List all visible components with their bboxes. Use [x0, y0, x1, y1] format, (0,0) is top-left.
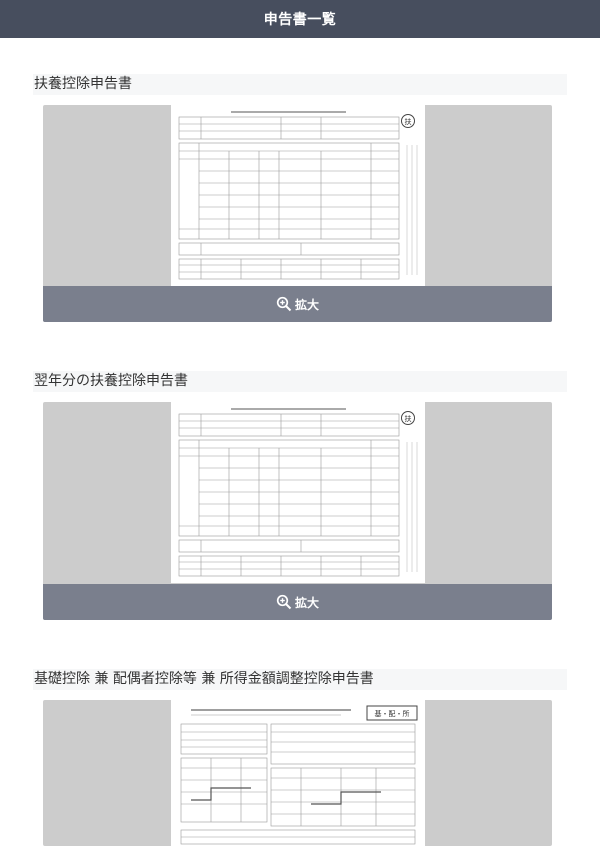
zoom-label: 拡大: [294, 595, 319, 610]
zoom-button[interactable]: 拡大: [43, 286, 552, 322]
zoom-label: 拡大: [294, 297, 319, 312]
page-header: 申告書一覧: [0, 0, 600, 38]
form-preview-card[interactable]: 扶 拡大: [43, 105, 552, 322]
svg-text:扶: 扶: [405, 117, 412, 126]
form-title: 翌年分の扶養控除申告書: [33, 371, 567, 392]
form-section: 扶養控除申告書: [33, 74, 567, 95]
zoom-in-icon: [276, 594, 292, 610]
tax-form-thumbnail: 扶: [171, 105, 425, 286]
page-title: 申告書一覧: [263, 12, 337, 28]
tax-form-thumbnail: 基・配・所: [171, 700, 425, 846]
form-list: 扶養控除申告書 扶 拡大 翌年分の扶養控除申告書 扶 拡大 基礎控除 兼 配偶者…: [0, 38, 600, 846]
svg-text:基・配・所: 基・配・所: [375, 709, 410, 718]
form-section: 基礎控除 兼 配偶者控除等 兼 所得金額調整控除申告書: [33, 669, 567, 690]
zoom-in-icon: [276, 296, 292, 312]
form-preview-image[interactable]: 基・配・所: [171, 700, 425, 846]
zoom-button[interactable]: 拡大: [43, 584, 552, 620]
form-preview-card[interactable]: 扶 拡大: [43, 402, 552, 620]
form-title: 基礎控除 兼 配偶者控除等 兼 所得金額調整控除申告書: [33, 669, 567, 690]
tax-form-thumbnail: 扶: [171, 402, 425, 583]
form-preview-card[interactable]: 基・配・所: [43, 700, 552, 846]
form-section: 翌年分の扶養控除申告書: [33, 371, 567, 392]
svg-text:扶: 扶: [405, 414, 412, 423]
form-title: 扶養控除申告書: [33, 74, 567, 95]
form-preview-image[interactable]: 扶: [171, 105, 425, 286]
form-preview-image[interactable]: 扶: [171, 402, 425, 583]
